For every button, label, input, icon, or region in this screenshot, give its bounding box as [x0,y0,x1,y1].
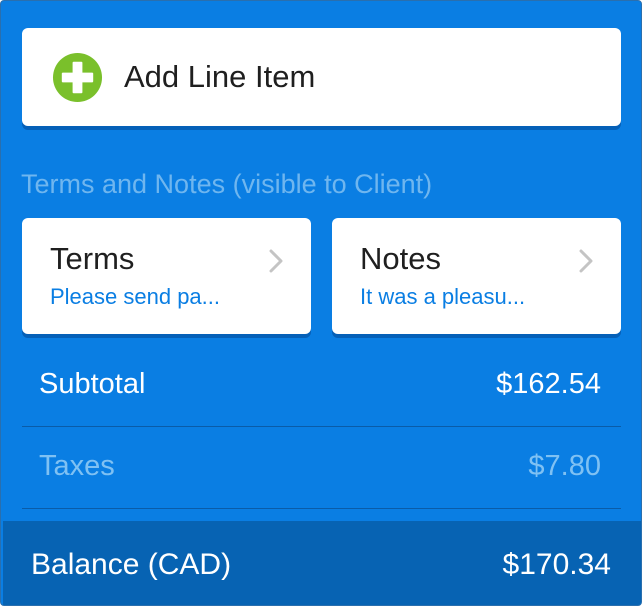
balance-label: Balance (CAD) [31,548,232,581]
notes-card[interactable]: Notes It was a pleasu... [332,218,621,334]
taxes-label: Taxes [39,450,115,482]
terms-notes-section-title: Terms and Notes (visible to Client) [21,169,433,199]
notes-preview: It was a pleasu... [360,284,526,309]
plus-circle-icon [52,52,103,103]
terms-title: Terms [50,241,135,276]
taxes-row[interactable]: Taxes $7.80 [22,428,621,509]
terms-card[interactable]: Terms Please send pa... [22,218,311,334]
add-line-item-label: Add Line Item [124,59,316,94]
notes-title: Notes [360,241,441,276]
invoice-summary-panel: Add Line Item Terms and Notes (visible t… [0,0,642,606]
subtotal-row: Subtotal $162.54 [22,346,621,427]
add-line-item-button[interactable]: Add Line Item [22,28,621,126]
chevron-right-icon [579,249,593,273]
balance-bar: Balance (CAD) $170.34 [3,521,641,605]
taxes-value: $7.80 [528,450,601,482]
balance-value: $170.34 [502,548,611,581]
terms-preview: Please send pa... [50,284,221,309]
subtotal-value: $162.54 [496,368,601,400]
chevron-right-icon [269,249,283,273]
subtotal-label: Subtotal [39,368,146,400]
